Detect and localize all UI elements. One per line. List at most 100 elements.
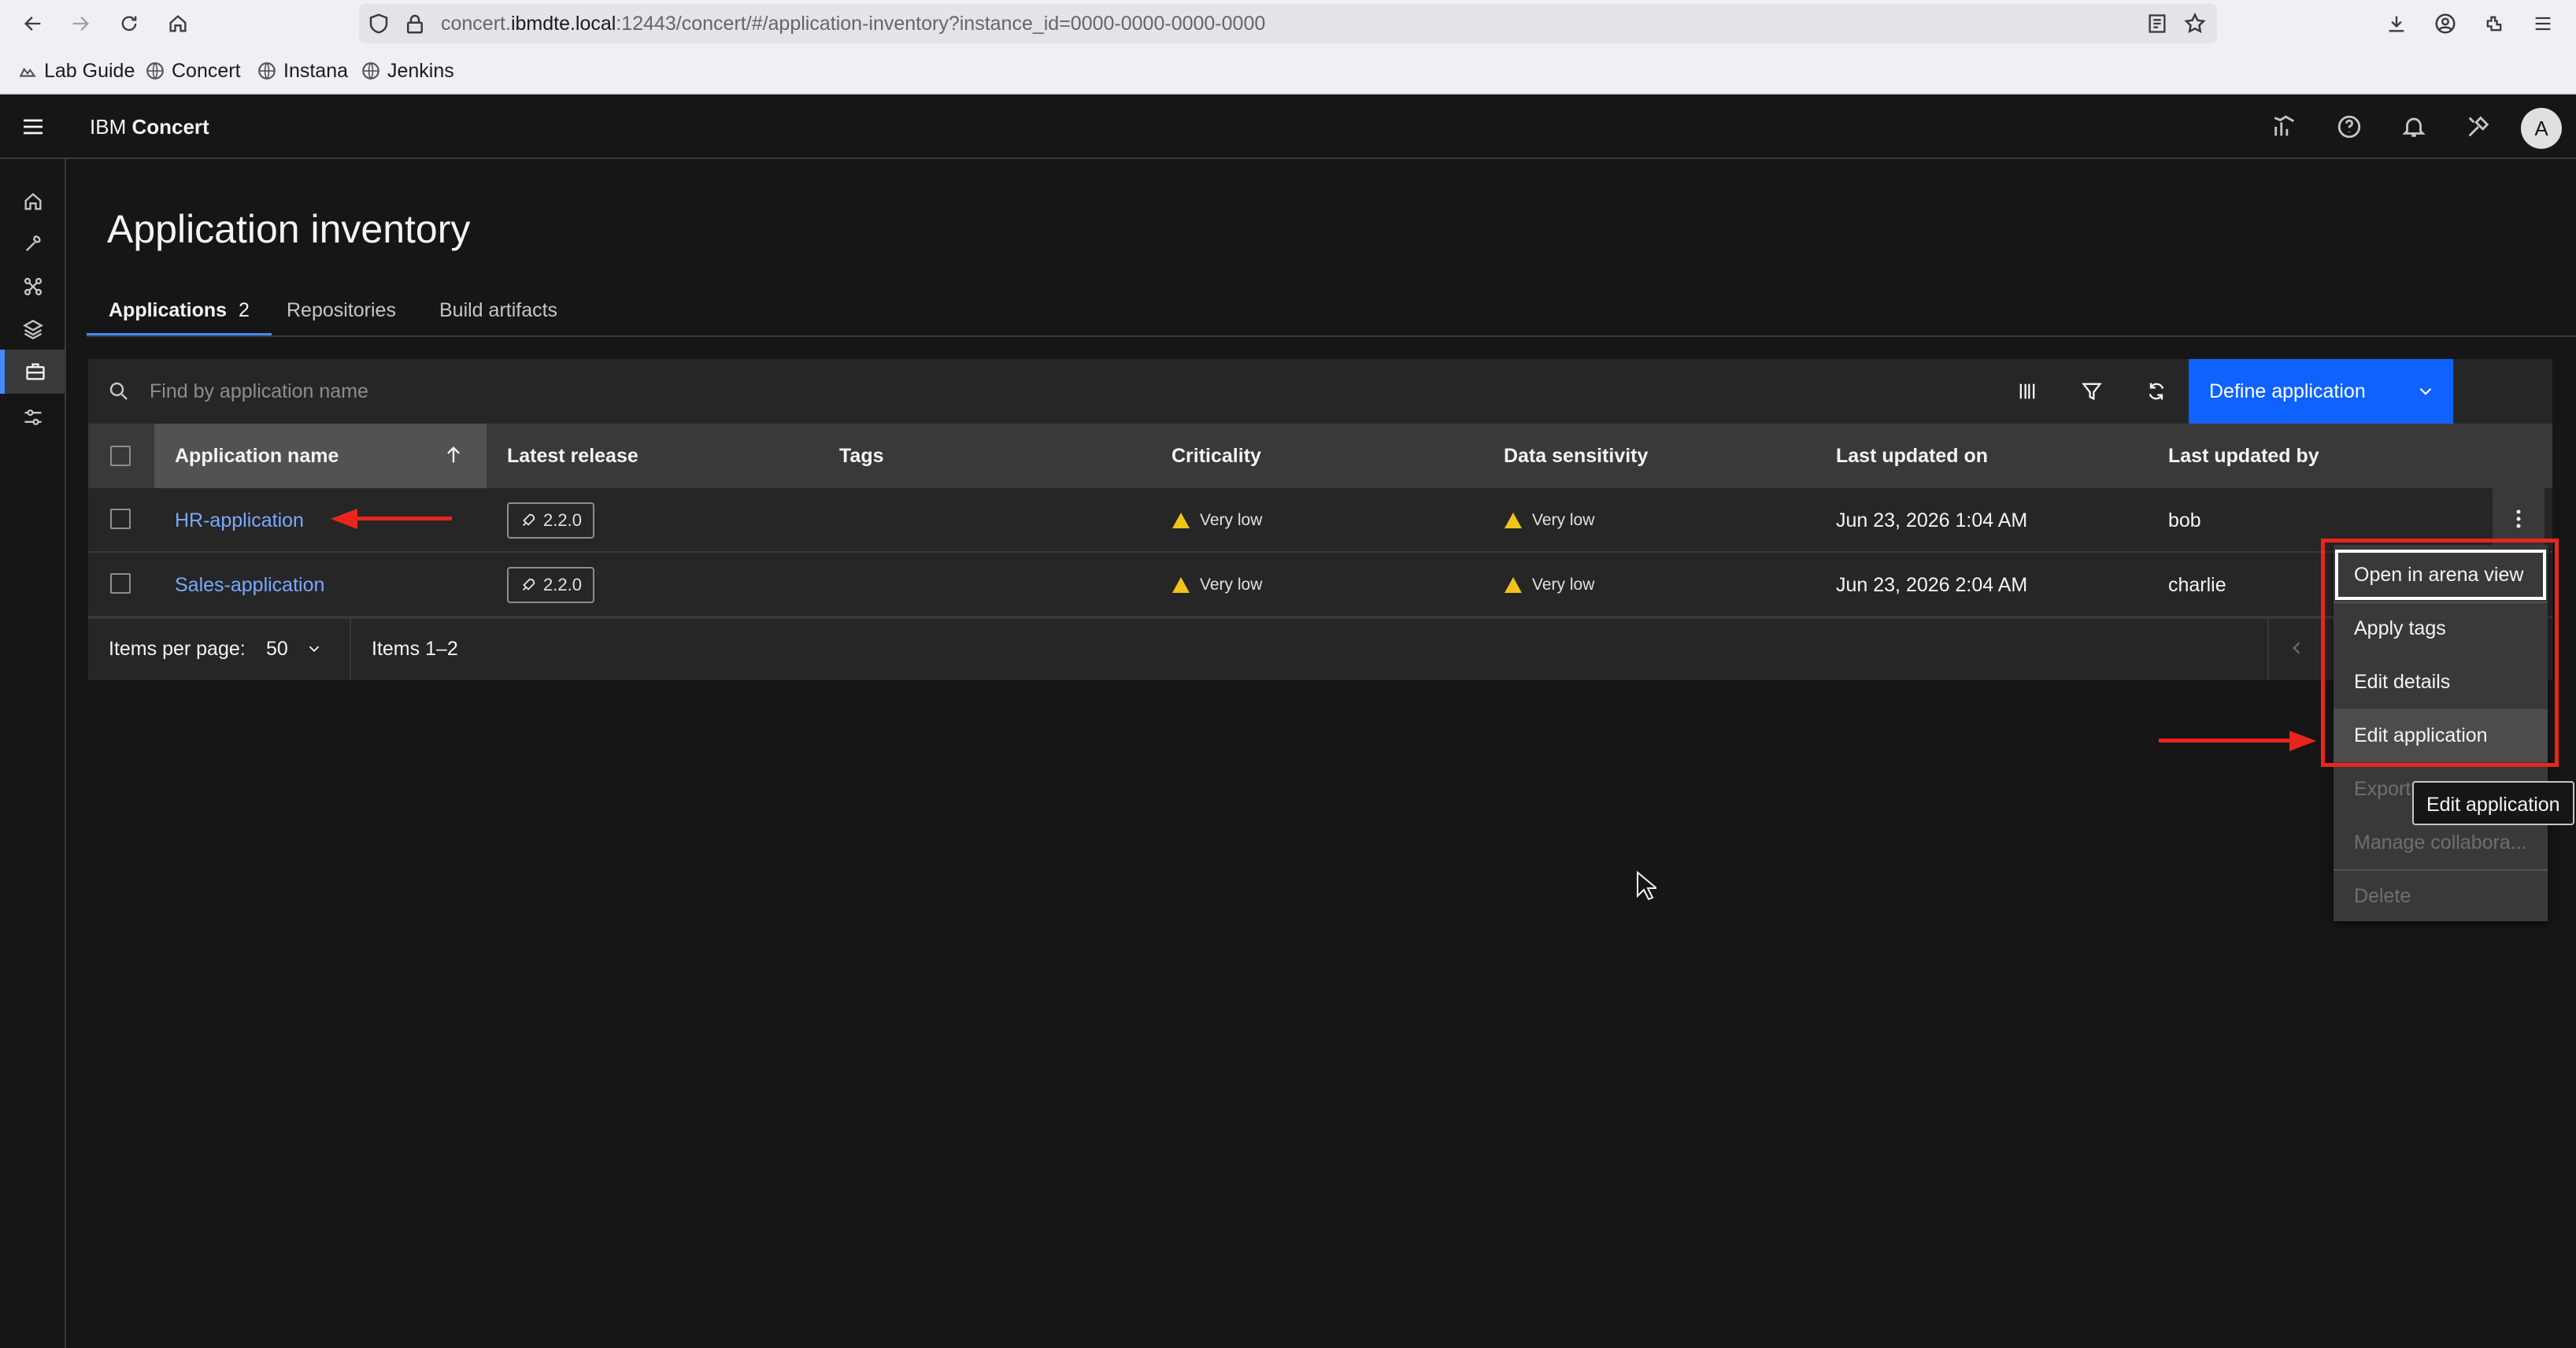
column-header-sensitivity[interactable]: Data sensitivity	[1504, 424, 1648, 488]
side-nav-inventory[interactable]	[0, 350, 66, 394]
previous-page-icon[interactable]	[2286, 636, 2307, 660]
column-header-criticality[interactable]: Criticality	[1171, 424, 1261, 488]
url-suffix: :12443/concert/#/application-inventory?i…	[616, 13, 1266, 35]
column-header-updated-on[interactable]: Last updated on	[1836, 424, 1988, 488]
shield-icon[interactable]	[367, 11, 390, 36]
page-title: Application inventory	[107, 207, 471, 251]
home-icon	[24, 193, 42, 210]
column-header-tags[interactable]: Tags	[839, 424, 884, 488]
url-prefix: concert.	[441, 13, 511, 35]
column-header-updated-by[interactable]: Last updated by	[2168, 424, 2319, 488]
items-per-page-select[interactable]: 50	[266, 617, 323, 680]
tooltip: Edit application	[2412, 781, 2574, 825]
define-application-label: Define application	[2209, 380, 2366, 402]
forward-icon[interactable]	[65, 8, 96, 39]
warning-icon	[1172, 577, 1190, 593]
application-name-link[interactable]: HR-application	[175, 488, 304, 553]
row-checkbox[interactable]	[110, 573, 131, 594]
lab-guide-icon	[19, 67, 36, 77]
side-nav-home[interactable]	[0, 180, 66, 224]
browser-menu-icon[interactable]	[2527, 8, 2559, 39]
notification-bell-icon[interactable]	[2382, 94, 2445, 159]
updated-on-cell: Jun 23, 2026 1:04 AM	[1836, 509, 2028, 531]
hamburger-menu-icon[interactable]	[0, 94, 66, 159]
column-header-release[interactable]: Latest release	[507, 424, 638, 488]
bookmark-label: Concert	[172, 60, 241, 82]
annotation-arrow-head-left	[331, 509, 357, 529]
sensitivity-value: Very low	[1532, 576, 1595, 594]
layers-icon	[23, 320, 43, 340]
release-version: 2.2.0	[543, 575, 582, 594]
rocket-icon	[522, 578, 535, 591]
updated-by-cell: bob	[2168, 509, 2201, 531]
bookmark-star-icon[interactable]	[2179, 8, 2211, 39]
tab-label: Applications	[109, 299, 228, 321]
side-nav-layers[interactable]	[0, 307, 66, 351]
release-tag[interactable]: 2.2.0	[507, 567, 594, 603]
pagination-divider	[2267, 617, 2269, 680]
globe-icon	[146, 62, 164, 80]
back-icon[interactable]	[17, 8, 49, 39]
sensitivity-cell: Very low	[1504, 488, 1594, 553]
sort-ascending-icon[interactable]	[442, 443, 464, 468]
warning-icon	[1505, 513, 1522, 528]
define-application-button[interactable]: Define application	[2189, 359, 2453, 424]
menu-item-delete[interactable]: Delete	[2334, 869, 2548, 923]
application-name-link[interactable]: Sales-application	[175, 553, 324, 617]
refresh-icon[interactable]	[2124, 359, 2189, 424]
annotation-arrow-line	[2159, 739, 2293, 743]
help-icon[interactable]	[2318, 94, 2381, 159]
tab-applications[interactable]: Applications 2	[87, 293, 272, 337]
tab-count: 2	[238, 299, 250, 321]
items-per-page-value: 50	[266, 638, 288, 660]
criticality-value: Very low	[1200, 511, 1263, 529]
app-header	[0, 94, 2576, 159]
briefcase-icon	[26, 363, 45, 380]
tab-repositories[interactable]: Repositories	[265, 293, 418, 337]
sensitivity-cell: Very low	[1504, 553, 1594, 617]
lock-icon[interactable]	[403, 11, 427, 36]
extensions-icon[interactable]	[2478, 8, 2510, 39]
bookmark-jenkins[interactable]: Jenkins	[361, 47, 454, 94]
reader-view-icon[interactable]	[2141, 8, 2173, 39]
updated-by-cell: charlie	[2168, 574, 2226, 596]
updated-on-cell: Jun 23, 2026 2:04 AM	[1836, 574, 2028, 596]
account-icon[interactable]	[2430, 8, 2461, 39]
side-nav-settings[interactable]	[0, 395, 66, 439]
reload-icon[interactable]	[113, 8, 145, 39]
downloads-icon[interactable]	[2381, 8, 2412, 39]
product-name[interactable]: IBM Concert	[90, 94, 209, 159]
side-nav-topology[interactable]	[0, 265, 66, 309]
side-nav-tools[interactable]	[0, 222, 66, 266]
bookmark-lab-guide[interactable]: Lab Guide	[17, 47, 135, 94]
search-input[interactable]	[150, 359, 1094, 424]
topology-icon	[24, 277, 43, 296]
filter-icon[interactable]	[2060, 359, 2124, 424]
column-header-name[interactable]: Application name	[175, 424, 339, 488]
items-range: Items 1–2	[372, 638, 458, 660]
tab-build-artifacts[interactable]: Build artifacts	[417, 293, 580, 337]
rocket-icon	[522, 513, 535, 527]
annotation-highlight-box	[2321, 539, 2559, 767]
bookmark-label: Lab Guide	[44, 60, 135, 82]
user-avatar[interactable]: A	[2521, 108, 2562, 149]
brand-label: IBM	[90, 115, 127, 139]
row-checkbox[interactable]	[110, 509, 131, 529]
home-icon[interactable]	[162, 8, 194, 39]
items-per-page-label: Items per page:	[109, 638, 246, 660]
tab-label: Build artifacts	[439, 299, 558, 321]
column-settings-icon[interactable]	[1995, 359, 2060, 424]
url-domain: ibmdte.local	[510, 13, 616, 35]
bookmark-instana[interactable]: Instana	[257, 47, 348, 94]
ai-insights-icon[interactable]	[2253, 94, 2316, 159]
tools-icon[interactable]	[2447, 94, 2510, 159]
release-tag[interactable]: 2.2.0	[507, 502, 594, 539]
criticality-cell: Very low	[1171, 488, 1262, 553]
chevron-down-icon[interactable]	[2415, 359, 2436, 424]
select-all-checkbox[interactable]	[110, 446, 131, 466]
criticality-cell: Very low	[1171, 553, 1262, 617]
mouse-cursor-icon	[1636, 871, 1656, 901]
url-text: concert.ibmdte.local:12443/concert/#/app…	[441, 0, 1265, 47]
bookmark-concert[interactable]: Concert	[145, 47, 241, 94]
tabs-divider	[87, 335, 2576, 337]
